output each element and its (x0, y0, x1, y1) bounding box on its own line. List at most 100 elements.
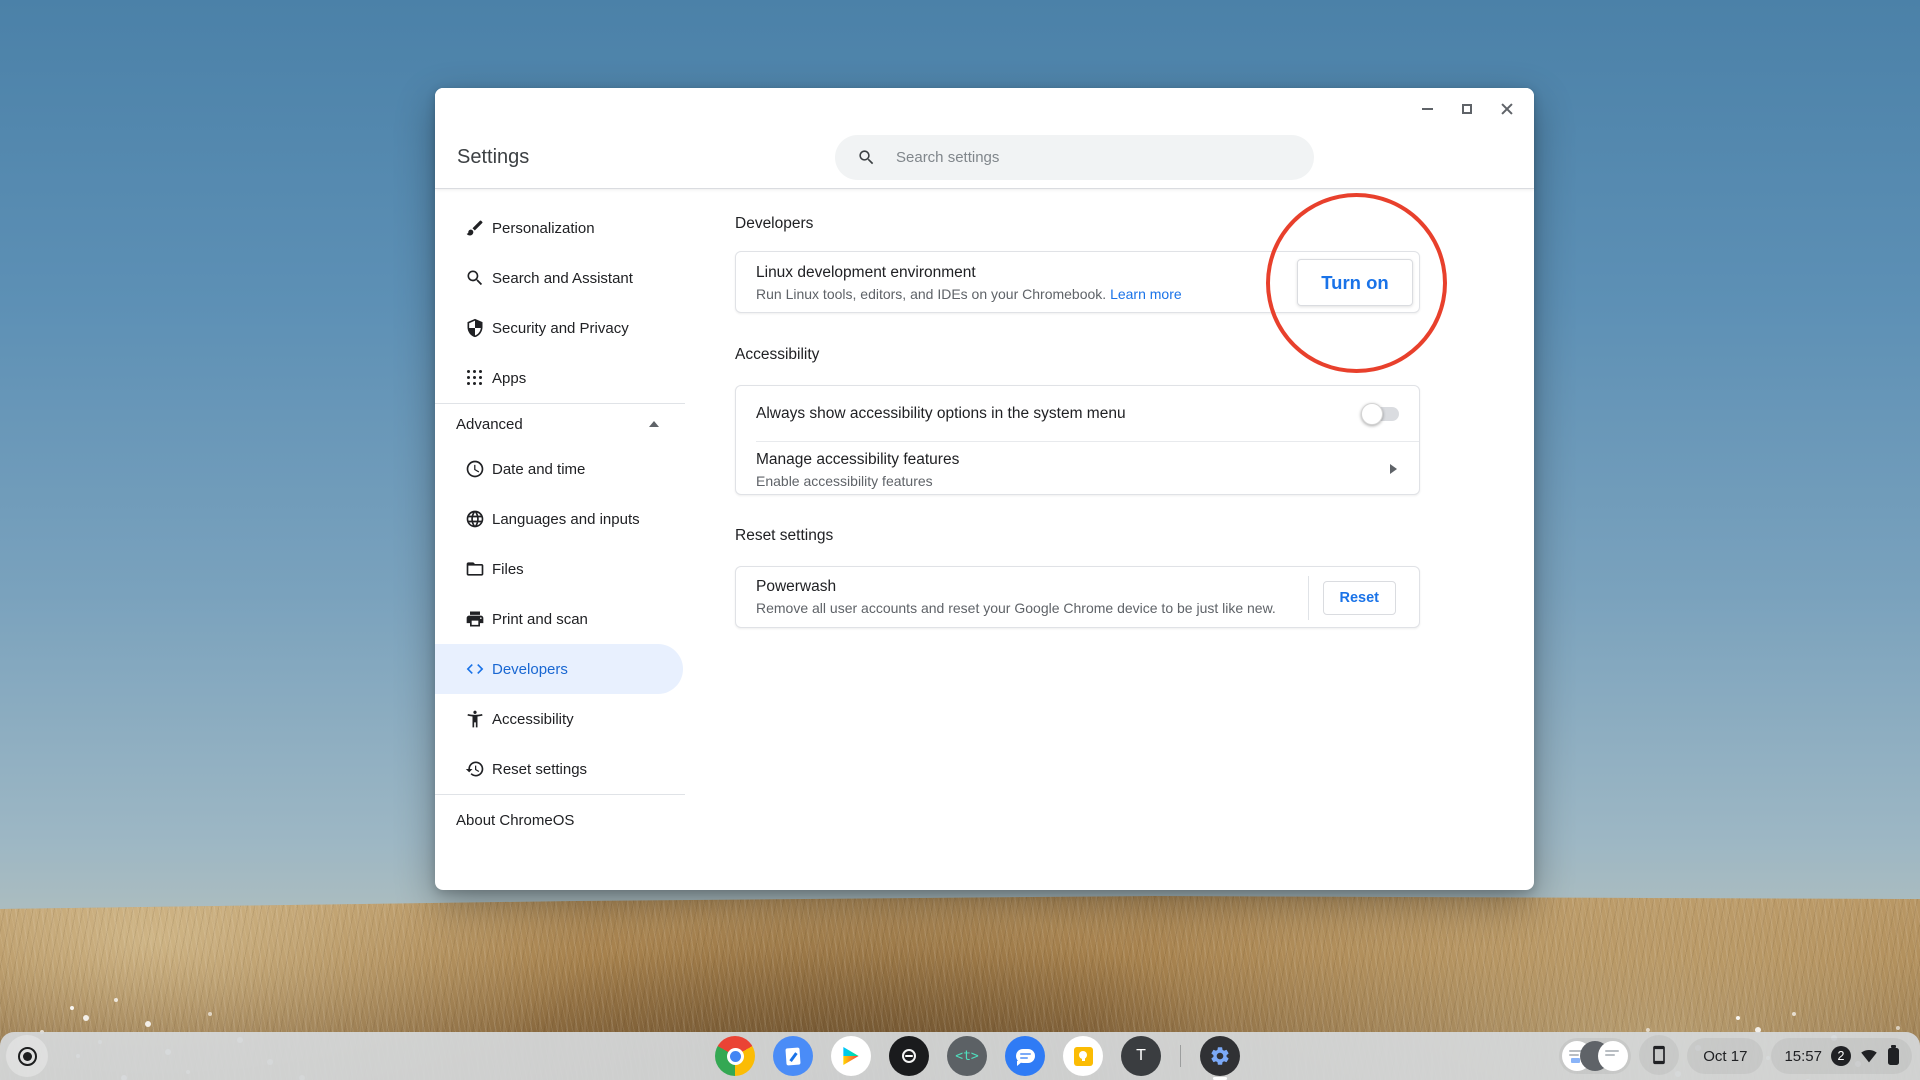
window-title: Settings (457, 146, 530, 168)
sidebar-item-languages-inputs[interactable]: Languages and inputs (435, 494, 685, 544)
chrome-icon-inner (726, 1047, 744, 1065)
sidebar-advanced-toggle[interactable]: Advanced (435, 404, 685, 444)
sidebar-item-label: Personalization (492, 219, 595, 237)
sidebar-item-reset-settings[interactable]: Reset settings (435, 744, 685, 794)
collapse-caret-icon (649, 421, 659, 427)
launcher-button[interactable] (6, 1035, 48, 1077)
shelf-separator (1180, 1045, 1181, 1067)
sidebar-item-label: Files (492, 560, 524, 578)
notes-sheet (785, 1047, 801, 1065)
accessibility-heading: Accessibility (735, 346, 820, 363)
settings-gear-icon[interactable] (1200, 1036, 1240, 1080)
date-display[interactable]: Oct 17 (1687, 1038, 1764, 1074)
globe-icon (465, 509, 485, 529)
sidebar-item-accessibility[interactable]: Accessibility (435, 694, 685, 744)
reset-settings-heading: Reset settings (735, 527, 834, 544)
phone-hub-button[interactable] (1639, 1035, 1680, 1075)
reset-button[interactable]: Reset (1322, 581, 1396, 615)
sidebar-item-apps[interactable]: Apps (435, 353, 685, 403)
about-label: About ChromeOS (456, 811, 575, 829)
sidebar-item-date-time[interactable]: Date and time (435, 444, 685, 494)
sidebar-item-personalization[interactable]: Personalization (435, 203, 685, 253)
search-icon (465, 268, 485, 288)
avatar-letter: T (1136, 1047, 1146, 1064)
powerwash-description: Remove all user accounts and reset your … (756, 600, 1276, 616)
toggle-knob (1361, 402, 1383, 425)
wallpaper-flowers-left (70, 1006, 74, 1010)
shield-icon (465, 318, 485, 338)
sidebar-item-security-privacy[interactable]: Security and Privacy (435, 303, 685, 353)
card-vertical-divider (1308, 576, 1309, 620)
notification-cluster[interactable] (1559, 1038, 1632, 1074)
t-editor-app-icon[interactable]: <t> (947, 1036, 987, 1076)
powerwash-title: Powerwash (756, 578, 837, 595)
avatar-t-icon[interactable]: T (1121, 1036, 1161, 1076)
settings-content: Developers Linux development environment… (735, 189, 1420, 890)
brush-icon (465, 218, 485, 238)
dark-logo-app-icon[interactable] (889, 1036, 929, 1076)
search-icon (859, 150, 874, 165)
sidebar: Personalization Search and Assistant Sec… (435, 189, 685, 890)
close-button[interactable] (1494, 98, 1520, 120)
settings-window: Settings Personalization Search and Assi… (435, 88, 1534, 890)
chat-bubble-glyph (1015, 1049, 1035, 1066)
linux-row-description-text: Run Linux tools, editors, and IDEs on yo… (756, 286, 1107, 302)
code-icon (465, 659, 485, 679)
notification-count-badge: 2 (1831, 1046, 1851, 1066)
play-triangle (843, 1047, 859, 1065)
apps-grid-icon (465, 368, 485, 388)
minimize-icon (1421, 108, 1433, 110)
messages-icon[interactable] (1005, 1036, 1045, 1076)
close-icon (1501, 103, 1513, 115)
minimize-button[interactable] (1414, 98, 1440, 120)
chrome-icon[interactable] (715, 1036, 755, 1076)
titlebar: Settings (435, 88, 1534, 189)
always-show-accessibility-row: Always show accessibility options in the… (736, 386, 1419, 441)
status-area: Oct 17 15:57 2 (1559, 1035, 1912, 1075)
sidebar-item-label: Developers (492, 660, 568, 678)
notification-thumb-3 (1598, 1041, 1629, 1071)
sidebar-item-print-scan[interactable]: Print and scan (435, 594, 685, 644)
folder-icon (465, 559, 485, 579)
sidebar-item-label: Apps (492, 369, 527, 387)
sidebar-item-about-chromeos[interactable]: About ChromeOS (435, 795, 685, 845)
window-controls (1414, 98, 1520, 120)
clock-text: 15:57 (1784, 1047, 1822, 1065)
sidebar-item-label: Security and Privacy (492, 319, 629, 337)
sidebar-item-label: Accessibility (492, 710, 574, 728)
chevron-right-icon (1390, 464, 1397, 474)
accessibility-icon (465, 709, 485, 729)
system-tray[interactable]: 15:57 2 (1771, 1038, 1912, 1074)
keep-icon[interactable] (1063, 1036, 1103, 1076)
t-editor-glyph: <t> (955, 1048, 979, 1064)
developers-heading: Developers (735, 215, 814, 232)
date-text: Oct 17 (1703, 1047, 1748, 1065)
powerwash-card: Powerwash Remove all user accounts and r… (735, 566, 1420, 628)
sidebar-item-label: Search and Assistant (492, 269, 633, 287)
accessibility-options-toggle[interactable] (1361, 402, 1399, 425)
shelf-apps: <t> T (715, 1036, 1240, 1080)
turn-on-button[interactable]: Turn on (1297, 259, 1413, 306)
sidebar-item-search-assistant[interactable]: Search and Assistant (435, 253, 685, 303)
keep-note-glyph (1073, 1046, 1093, 1066)
sidebar-item-developers[interactable]: Developers (435, 644, 683, 694)
sidebar-item-label: Date and time (492, 460, 586, 478)
notes-app-icon[interactable] (773, 1036, 813, 1076)
sidebar-item-label: Print and scan (492, 610, 588, 628)
learn-more-link[interactable]: Learn more (1110, 286, 1182, 302)
linux-dev-environment-card: Linux development environment Run Linux … (735, 251, 1420, 313)
launcher-icon (17, 1046, 37, 1066)
printer-icon (465, 609, 485, 629)
sidebar-item-label: Languages and inputs (492, 510, 640, 528)
restore-icon (465, 759, 485, 779)
gear-glyph (1211, 1047, 1229, 1065)
manage-accessibility-title: Manage accessibility features (756, 451, 960, 468)
advanced-label: Advanced (456, 415, 523, 433)
search-input[interactable] (896, 149, 1296, 166)
search-bar[interactable] (835, 135, 1314, 180)
maximize-button[interactable] (1454, 98, 1480, 120)
play-store-icon[interactable] (831, 1036, 871, 1076)
manage-accessibility-row[interactable]: Manage accessibility features Enable acc… (736, 442, 1419, 496)
sidebar-item-files[interactable]: Files (435, 544, 685, 594)
wifi-icon (1861, 1050, 1877, 1063)
